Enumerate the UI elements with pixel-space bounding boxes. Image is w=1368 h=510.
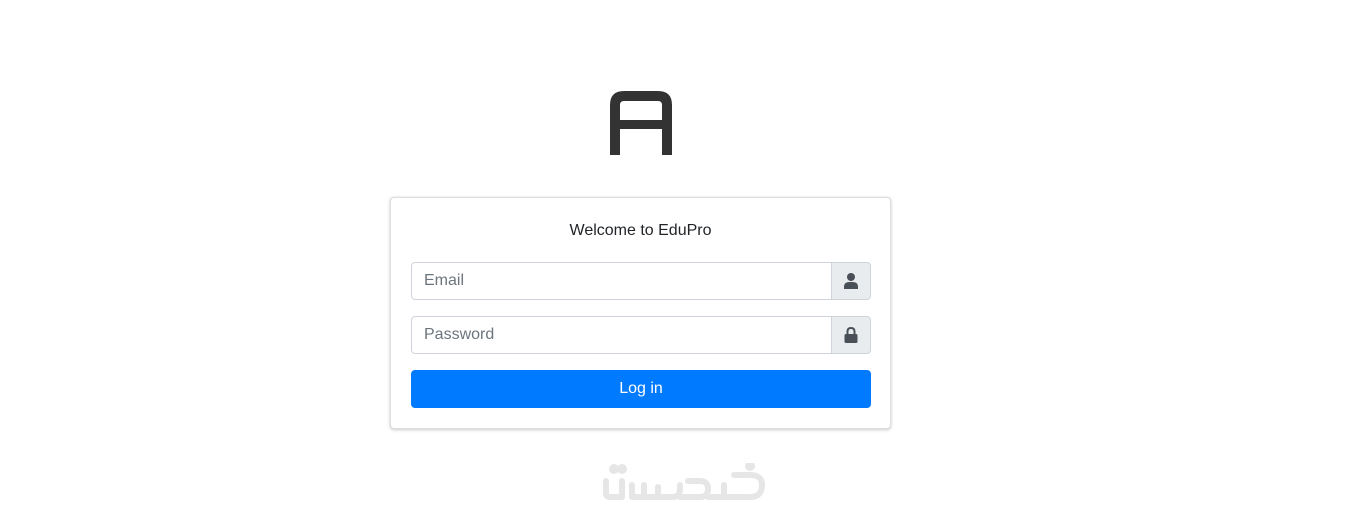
email-input-group <box>411 262 871 300</box>
logo <box>608 89 674 155</box>
email-addon <box>831 262 871 300</box>
login-page: Welcome to EduPro Log in <box>0 0 1368 510</box>
watermark-logo <box>600 463 768 503</box>
lock-icon <box>844 327 858 343</box>
login-box-message: Welcome to EduPro <box>569 222 712 239</box>
password-addon <box>831 316 871 354</box>
user-icon <box>844 273 858 289</box>
login-card: Welcome to EduPro Log in <box>390 197 891 429</box>
password-input-group <box>411 316 871 354</box>
login-button[interactable]: Log in <box>411 370 871 408</box>
password-input[interactable] <box>411 316 831 354</box>
email-input[interactable] <box>411 262 831 300</box>
logo-letter-a-icon <box>610 91 672 155</box>
